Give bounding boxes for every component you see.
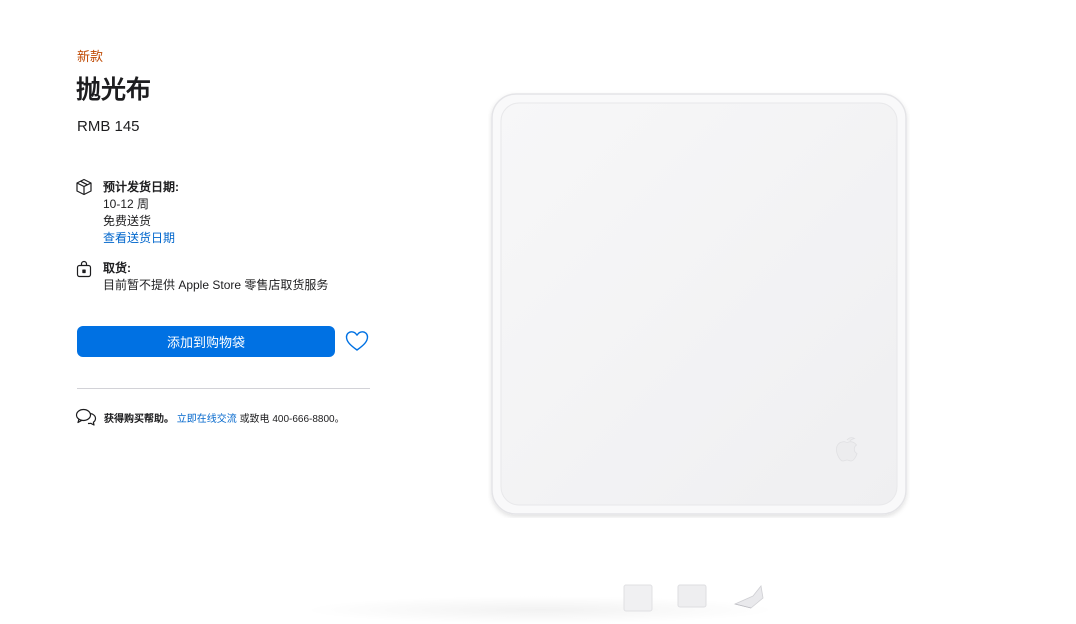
add-to-bag-button[interactable]: 添加到购物袋	[77, 326, 335, 357]
gallery-shadow	[300, 596, 780, 624]
shipping-eta: 10-12 周	[103, 197, 150, 211]
gallery-thumbnail-front[interactable]	[623, 584, 653, 612]
chat-bubbles-icon	[75, 407, 97, 427]
heart-icon[interactable]	[344, 329, 370, 353]
pickup-note: 目前暂不提供 Apple Store 零售店取货服务	[103, 278, 329, 292]
new-badge: 新款	[77, 49, 104, 64]
help-phone: 或致电 400-666-8800。	[239, 414, 345, 425]
product-title: 抛光布	[76, 76, 152, 104]
box-icon	[75, 178, 93, 196]
check-delivery-dates-link[interactable]: 查看送货日期	[103, 231, 175, 245]
pickup-heading: 取货:	[103, 261, 131, 275]
shipping-info: 预计发货日期: 10-12 周 免费送货 查看送货日期	[103, 179, 179, 247]
help-label: 获得购买帮助。	[104, 414, 174, 425]
pickup-info: 取货: 目前暂不提供 Apple Store 零售店取货服务	[103, 260, 328, 294]
purchase-help: 获得购买帮助。 立即在线交流 或致电 400-666-8800。	[104, 410, 345, 425]
gallery-thumbnail-back[interactable]	[677, 584, 707, 612]
apple-logo-icon	[830, 428, 864, 468]
chat-now-link[interactable]: 立即在线交流	[177, 414, 237, 425]
product-price: RMB 145	[77, 118, 140, 135]
shipping-heading: 预计发货日期:	[103, 180, 179, 194]
divider	[77, 388, 370, 389]
gallery-thumbnail-folded[interactable]	[733, 584, 764, 612]
shipping-note: 免费送货	[103, 214, 152, 228]
shopping-bag-icon	[75, 260, 93, 278]
